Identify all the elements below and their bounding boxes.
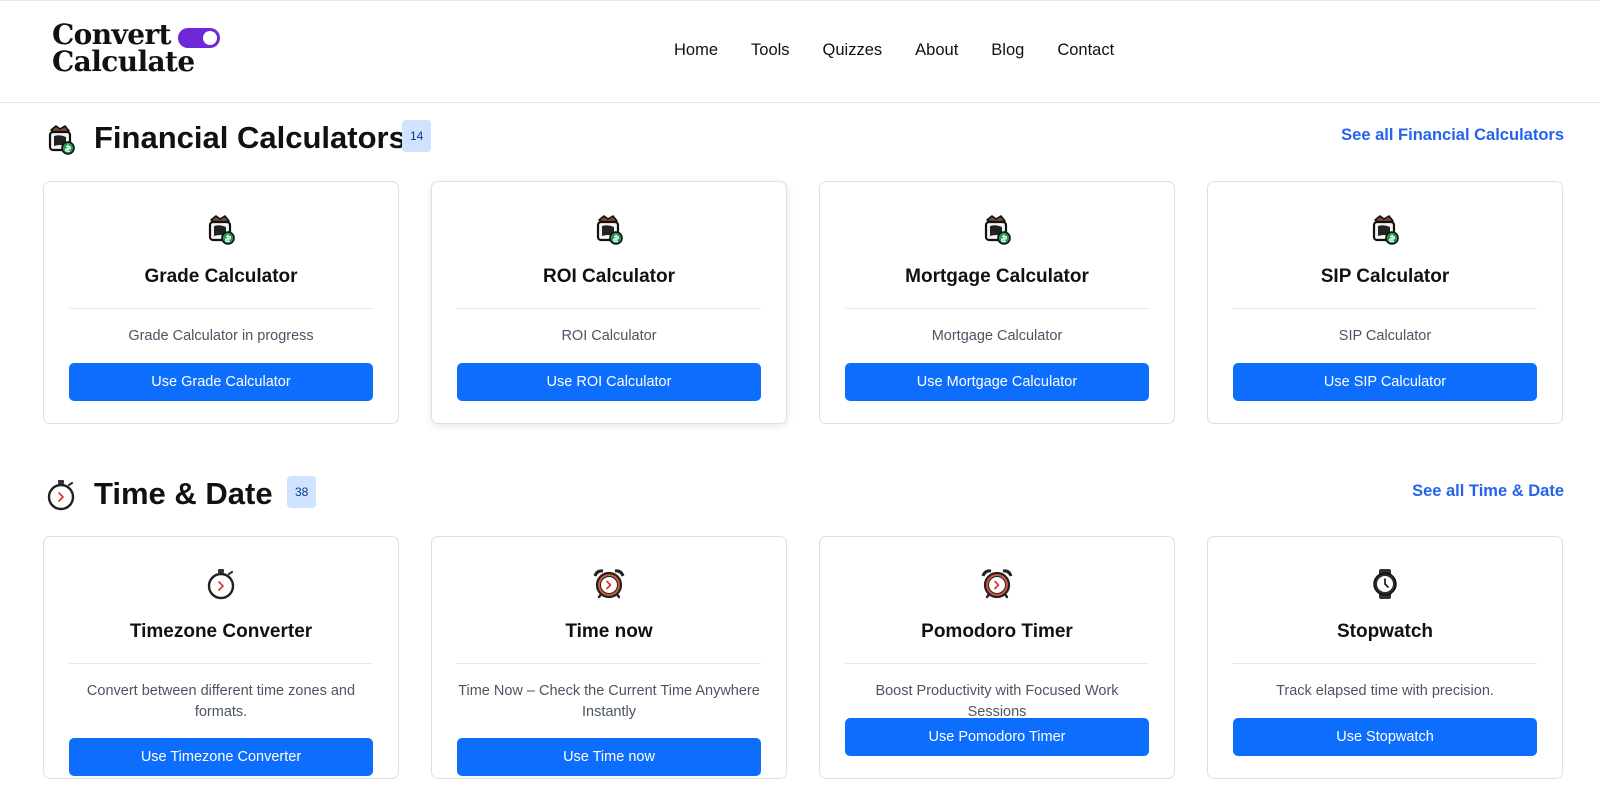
- card-grid-time-date: Timezone Converter Convert between diffe…: [43, 536, 1564, 779]
- see-all-financial-link[interactable]: See all Financial Calculators: [1341, 126, 1564, 145]
- use-mortgage-calculator-button[interactable]: Use Mortgage Calculator: [845, 363, 1149, 401]
- stopwatch-icon: [204, 567, 238, 601]
- nav-quizzes[interactable]: Quizzes: [823, 41, 883, 60]
- count-badge: 14: [402, 120, 432, 152]
- card-title: ROI Calculator: [543, 266, 675, 287]
- money-bag-icon: [1368, 212, 1402, 246]
- tool-card[interactable]: ROI Calculator ROI Calculator Use ROI Ca…: [431, 181, 787, 424]
- card-description: Convert between different time zones and…: [86, 683, 356, 720]
- card-title: Pomodoro Timer: [921, 621, 1073, 642]
- tool-card[interactable]: Pomodoro Timer Boost Productivity with F…: [819, 536, 1175, 779]
- card-title: Mortgage Calculator: [905, 266, 1089, 287]
- use-time-now-button[interactable]: Use Time now: [457, 738, 761, 776]
- card-description: Mortgage Calculator: [931, 328, 1063, 344]
- money-bag-icon: [980, 212, 1014, 246]
- nav-contact[interactable]: Contact: [1057, 41, 1114, 60]
- watch-icon: [1368, 567, 1402, 601]
- card-title: Timezone Converter: [129, 621, 313, 642]
- section-header-financial: Financial Calculators 14 See all Financi…: [44, 118, 1564, 158]
- use-roi-calculator-button[interactable]: Use ROI Calculator: [457, 363, 761, 401]
- card-title: Grade Calculator: [144, 266, 298, 287]
- tool-card[interactable]: Mortgage Calculator Mortgage Calculator …: [819, 181, 1175, 424]
- card-description: ROI Calculator: [561, 328, 657, 344]
- nav-about[interactable]: About: [915, 41, 958, 60]
- card-grid-financial: Grade Calculator Grade Calculator in pro…: [43, 181, 1564, 424]
- card-description: Track elapsed time with precision.: [1276, 683, 1494, 699]
- use-sip-calculator-button[interactable]: Use SIP Calculator: [1233, 363, 1537, 401]
- card-divider: [1233, 663, 1537, 664]
- card-divider: [1233, 308, 1537, 309]
- section-header-time-date: Time & Date 38 See all Time & Date: [44, 474, 1564, 514]
- nav-blog[interactable]: Blog: [991, 41, 1024, 60]
- money-bag-icon: [44, 122, 78, 156]
- nav-home[interactable]: Home: [674, 41, 718, 60]
- card-divider: [457, 308, 761, 309]
- tool-card[interactable]: Stopwatch Track elapsed time with precis…: [1207, 536, 1563, 779]
- tool-card[interactable]: SIP Calculator SIP Calculator Use SIP Ca…: [1207, 181, 1563, 424]
- stopwatch-icon: [44, 478, 78, 512]
- card-title: SIP Calculator: [1320, 266, 1450, 287]
- use-stopwatch-button[interactable]: Use Stopwatch: [1233, 718, 1537, 756]
- card-description: Grade Calculator in progress: [128, 328, 314, 344]
- card-divider: [457, 663, 761, 664]
- count-badge: 38: [287, 476, 317, 508]
- brand-line2: Calculate: [52, 45, 195, 78]
- card-divider: [69, 663, 373, 664]
- use-grade-calculator-button[interactable]: Use Grade Calculator: [69, 363, 373, 401]
- toggle-icon: [178, 28, 220, 48]
- see-all-time-date-link[interactable]: See all Time & Date: [1412, 482, 1564, 501]
- money-bag-icon: [592, 212, 626, 246]
- money-bag-icon: [204, 212, 238, 246]
- section-title: Financial Calculators: [94, 120, 406, 155]
- card-divider: [845, 308, 1149, 309]
- card-title: Stopwatch: [1336, 621, 1434, 642]
- alarm-clock-icon: [980, 567, 1014, 601]
- alarm-clock-icon: [592, 567, 626, 601]
- nav-tools[interactable]: Tools: [751, 41, 790, 60]
- main-nav: Home Tools Quizzes About Blog Contact: [674, 41, 1147, 60]
- card-description: SIP Calculator: [1338, 328, 1432, 344]
- use-pomodoro-timer-button[interactable]: Use Pomodoro Timer: [845, 718, 1149, 756]
- card-divider: [845, 663, 1149, 664]
- site-header: Convert Calculate Home Tools Quizzes Abo…: [0, 0, 1600, 103]
- section-title: Time & Date: [94, 476, 273, 511]
- card-divider: [69, 308, 373, 309]
- card-description: Boost Productivity with Focused Work Ses…: [875, 683, 1119, 720]
- tool-card[interactable]: Time now Time Now – Check the Current Ti…: [431, 536, 787, 779]
- card-title: Time now: [565, 621, 653, 642]
- card-description: Time Now – Check the Current Time Anywhe…: [458, 683, 760, 720]
- brand-logo[interactable]: Convert Calculate: [52, 21, 232, 81]
- tool-card[interactable]: Timezone Converter Convert between diffe…: [43, 536, 399, 779]
- tool-card[interactable]: Grade Calculator Grade Calculator in pro…: [43, 181, 399, 424]
- use-timezone-converter-button[interactable]: Use Timezone Converter: [69, 738, 373, 776]
